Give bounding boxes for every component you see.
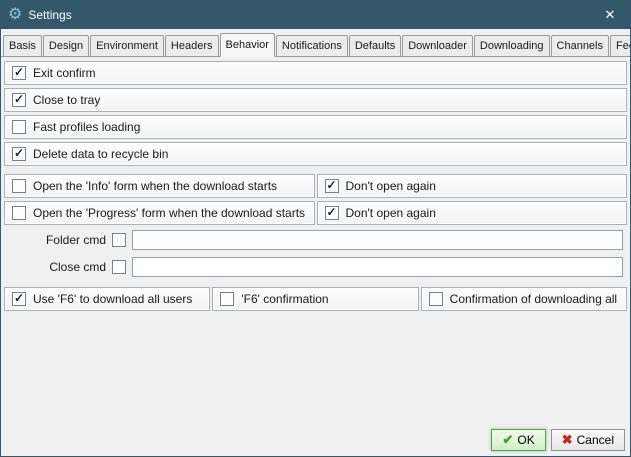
cancel-button-label: Cancel bbox=[577, 433, 614, 447]
gear-icon: ⚙ bbox=[8, 7, 22, 23]
progress-dont-open-checkbox[interactable]: ✓ bbox=[325, 206, 339, 220]
checkmark-icon: ✓ bbox=[14, 66, 24, 78]
progress-dont-open-cell: ✓ Don't open again bbox=[317, 201, 628, 225]
open-progress-label: Open the 'Progress' form when the downlo… bbox=[33, 206, 305, 220]
settings-window: ⚙ Settings ✕ Basis Design Environment He… bbox=[0, 0, 631, 457]
tab-design[interactable]: Design bbox=[43, 35, 89, 56]
checkmark-icon: ✓ bbox=[14, 147, 24, 159]
row-exit-confirm: ✓ Exit confirm bbox=[4, 61, 627, 85]
open-progress-checkbox[interactable] bbox=[12, 206, 26, 220]
row-f6-options: ✓ Use 'F6' to download all users 'F6' co… bbox=[4, 287, 627, 311]
delete-recycle-cell: ✓ Delete data to recycle bin bbox=[4, 142, 627, 166]
delete-recycle-label: Delete data to recycle bin bbox=[33, 147, 168, 161]
close-to-tray-label: Close to tray bbox=[33, 93, 100, 107]
checkmark-icon: ✓ bbox=[326, 206, 336, 218]
row-folder-cmd: Folder cmd bbox=[4, 228, 627, 252]
row-open-progress-form: Open the 'Progress' form when the downlo… bbox=[4, 201, 627, 225]
checkmark-icon: ✓ bbox=[326, 179, 336, 191]
exit-confirm-label: Exit confirm bbox=[33, 66, 96, 80]
tab-downloading[interactable]: Downloading bbox=[474, 35, 550, 56]
behavior-tab-content: ✓ Exit confirm ✓ Close to tray Fast prof… bbox=[1, 57, 630, 456]
use-f6-cell: ✓ Use 'F6' to download all users bbox=[4, 287, 210, 311]
row-close-cmd: Close cmd bbox=[4, 255, 627, 279]
delete-recycle-checkbox[interactable]: ✓ bbox=[12, 147, 26, 161]
open-progress-cell: Open the 'Progress' form when the downlo… bbox=[4, 201, 315, 225]
confirm-download-all-label: Confirmation of downloading all bbox=[450, 292, 617, 306]
cancel-x-icon: ✖ bbox=[562, 432, 573, 448]
tab-channels[interactable]: Channels bbox=[551, 35, 609, 56]
use-f6-checkbox[interactable]: ✓ bbox=[12, 292, 26, 306]
cancel-button[interactable]: ✖ Cancel bbox=[551, 429, 625, 451]
info-dont-open-cell: ✓ Don't open again bbox=[317, 174, 628, 198]
info-dont-open-label: Don't open again bbox=[346, 179, 436, 193]
f6-confirmation-checkbox[interactable] bbox=[220, 292, 234, 306]
f6-confirmation-label: 'F6' confirmation bbox=[241, 292, 328, 306]
tab-defaults[interactable]: Defaults bbox=[349, 35, 401, 56]
empty-area bbox=[4, 314, 627, 427]
tab-environment[interactable]: Environment bbox=[90, 35, 164, 56]
tab-bar: Basis Design Environment Headers Behavio… bbox=[1, 29, 630, 57]
confirm-download-all-checkbox[interactable] bbox=[429, 292, 443, 306]
close-to-tray-cell: ✓ Close to tray bbox=[4, 88, 627, 112]
row-fast-profiles: Fast profiles loading bbox=[4, 115, 627, 139]
checkmark-icon: ✓ bbox=[14, 292, 24, 304]
confirm-download-all-cell: Confirmation of downloading all bbox=[421, 287, 627, 311]
tab-feed[interactable]: Feed bbox=[610, 35, 631, 56]
row-close-to-tray: ✓ Close to tray bbox=[4, 88, 627, 112]
tab-basis[interactable]: Basis bbox=[3, 35, 42, 56]
f6-confirmation-cell: 'F6' confirmation bbox=[212, 287, 418, 311]
close-icon[interactable]: ✕ bbox=[599, 7, 621, 23]
open-info-cell: Open the 'Info' form when the download s… bbox=[4, 174, 315, 198]
close-cmd-checkbox[interactable] bbox=[112, 260, 126, 274]
fast-profiles-label: Fast profiles loading bbox=[33, 120, 140, 134]
tab-notifications[interactable]: Notifications bbox=[276, 35, 348, 56]
folder-cmd-label: Folder cmd bbox=[44, 233, 106, 247]
fast-profiles-cell: Fast profiles loading bbox=[4, 115, 627, 139]
ok-button-label: OK bbox=[517, 433, 534, 447]
tab-headers[interactable]: Headers bbox=[165, 35, 219, 56]
checkmark-icon: ✓ bbox=[14, 93, 24, 105]
tab-downloader[interactable]: Downloader bbox=[402, 35, 473, 56]
folder-cmd-input[interactable] bbox=[132, 230, 623, 250]
row-open-info-form: Open the 'Info' form when the download s… bbox=[4, 174, 627, 198]
exit-confirm-checkbox[interactable]: ✓ bbox=[12, 66, 26, 80]
open-info-label: Open the 'Info' form when the download s… bbox=[33, 179, 277, 193]
fast-profiles-checkbox[interactable] bbox=[12, 120, 26, 134]
use-f6-label: Use 'F6' to download all users bbox=[33, 292, 192, 306]
footer-buttons: ✔ OK ✖ Cancel bbox=[4, 427, 627, 452]
folder-cmd-checkbox[interactable] bbox=[112, 233, 126, 247]
row-delete-recycle: ✓ Delete data to recycle bin bbox=[4, 142, 627, 166]
tab-behavior[interactable]: Behavior bbox=[220, 33, 275, 57]
exit-confirm-cell: ✓ Exit confirm bbox=[4, 61, 627, 85]
ok-check-icon: ✔ bbox=[502, 432, 513, 448]
open-info-checkbox[interactable] bbox=[12, 179, 26, 193]
progress-dont-open-label: Don't open again bbox=[346, 206, 436, 220]
close-to-tray-checkbox[interactable]: ✓ bbox=[12, 93, 26, 107]
close-cmd-input[interactable] bbox=[132, 257, 623, 277]
close-cmd-label: Close cmd bbox=[44, 260, 106, 274]
titlebar: ⚙ Settings ✕ bbox=[1, 1, 630, 29]
info-dont-open-checkbox[interactable]: ✓ bbox=[325, 179, 339, 193]
ok-button[interactable]: ✔ OK bbox=[491, 429, 545, 451]
window-title: Settings bbox=[28, 8, 71, 22]
